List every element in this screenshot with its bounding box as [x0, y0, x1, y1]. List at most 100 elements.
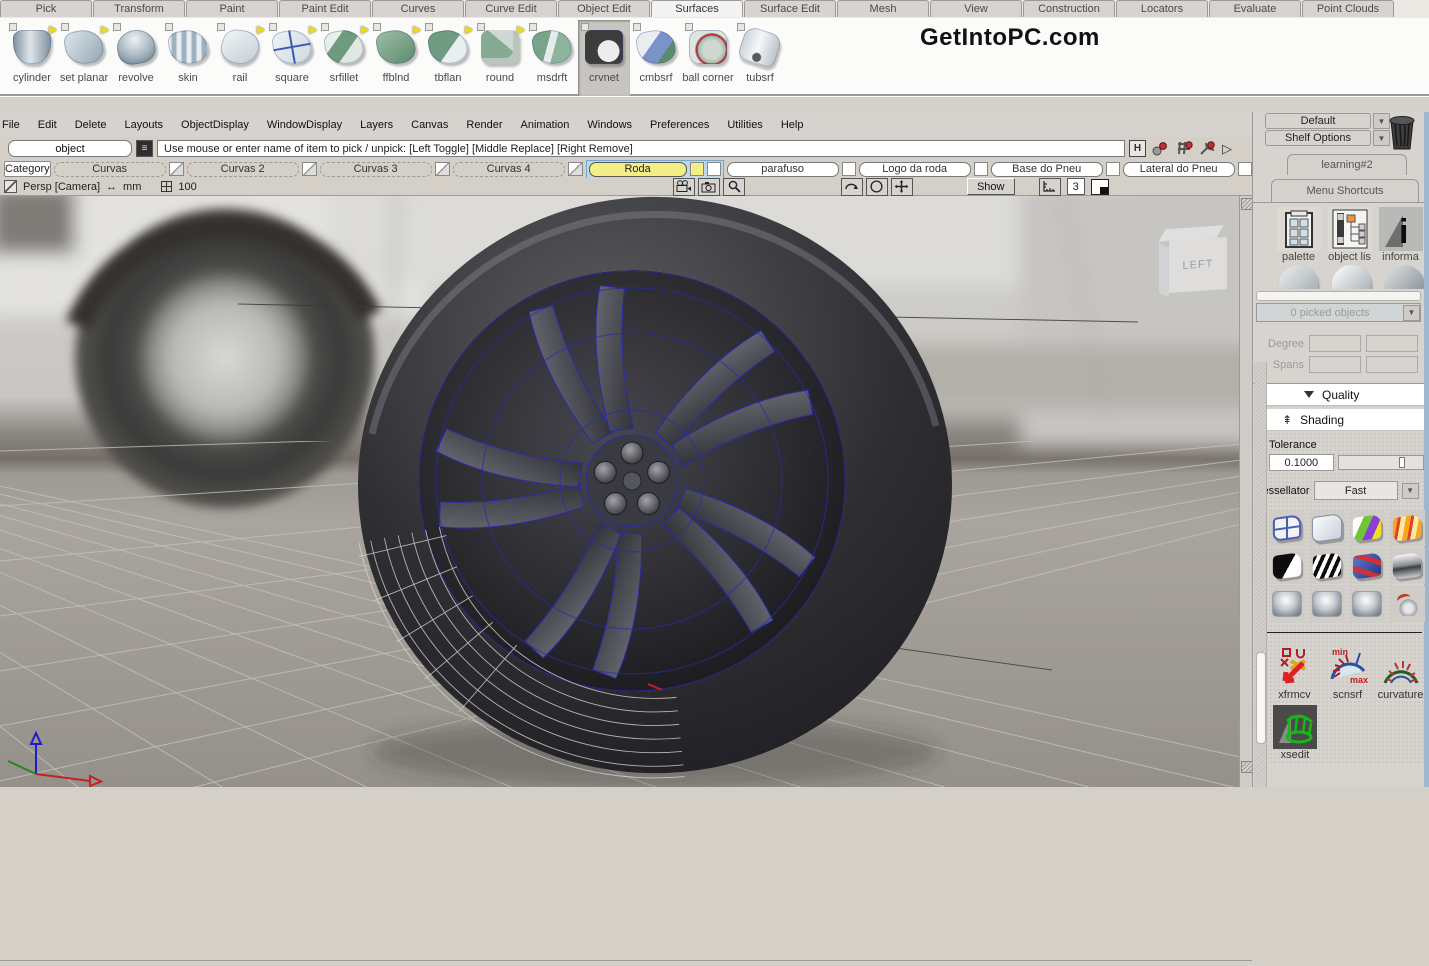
shelf-tool-button[interactable]: skin: [162, 20, 214, 96]
tessellator-dropdown-button[interactable]: ▼: [1402, 483, 1419, 499]
layer-tab[interactable]: Lateral do Pneu: [1123, 162, 1235, 177]
layer-state-icon[interactable]: [1238, 162, 1252, 176]
shelf-tool-button[interactable]: tbflan: [422, 20, 474, 96]
degree-field-u[interactable]: [1309, 335, 1361, 352]
shading-mode-button[interactable]: [1389, 510, 1425, 546]
layer-tab[interactable]: Curvas: [54, 162, 166, 177]
tool-option-box[interactable]: [269, 23, 277, 31]
shelf-tool-button[interactable]: square: [266, 20, 318, 96]
menu-item[interactable]: ObjectDisplay: [172, 119, 258, 131]
module-tab[interactable]: Paint Edit: [279, 0, 371, 17]
layer-tab-active[interactable]: Roda: [589, 162, 687, 177]
layer-state-icon[interactable]: [1106, 162, 1120, 176]
camera-icon[interactable]: [698, 178, 720, 196]
shading-mode-button[interactable]: [1349, 548, 1385, 584]
pick-filter-select[interactable]: object: [8, 140, 132, 157]
shelf-tool-button[interactable]: srfillet: [318, 20, 370, 96]
menu-item[interactable]: Render: [457, 119, 511, 131]
layer-tab[interactable]: Curvas 2: [187, 162, 299, 177]
layer-tab[interactable]: Curvas 3: [320, 162, 432, 177]
xfrmcv-tool[interactable]: xfrmcv: [1271, 645, 1318, 701]
menu-item[interactable]: Delete: [66, 119, 116, 131]
tool-option-box[interactable]: [737, 23, 745, 31]
module-tab[interactable]: Object Edit: [558, 0, 650, 17]
module-tab[interactable]: Paint: [186, 0, 278, 17]
tool-option-box[interactable]: [633, 23, 641, 31]
shading-mode-button[interactable]: [1349, 586, 1385, 622]
tool-option-box[interactable]: [373, 23, 381, 31]
prompt-menu-button[interactable]: ≡: [136, 140, 153, 157]
show-button[interactable]: Show: [967, 178, 1015, 195]
layer-category-button[interactable]: Category: [4, 161, 51, 177]
trash-icon[interactable]: [1388, 115, 1416, 154]
tool-option-box[interactable]: [529, 23, 537, 31]
module-tab[interactable]: Transform: [93, 0, 185, 17]
menu-item[interactable]: Canvas: [402, 119, 457, 131]
layer-state-icon[interactable]: [690, 162, 704, 176]
shading-mode-button[interactable]: [1269, 510, 1305, 546]
shelf-tool-button[interactable]: crvnet: [578, 20, 630, 96]
shelf-tool-button[interactable]: set planar: [58, 20, 110, 96]
menu-item[interactable]: WindowDisplay: [258, 119, 351, 131]
layer-tab[interactable]: Logo da roda: [859, 162, 971, 177]
shelf-tool-button[interactable]: rail: [214, 20, 266, 96]
menu-item[interactable]: Help: [772, 119, 813, 131]
menu-item[interactable]: File: [0, 119, 29, 131]
module-tab[interactable]: Mesh: [837, 0, 929, 17]
window-count-button[interactable]: 3: [1067, 178, 1085, 195]
shading-mode-button[interactable]: [1309, 586, 1345, 622]
layer-state-icon[interactable]: [435, 162, 450, 176]
menu-item[interactable]: Utilities: [718, 119, 771, 131]
layer-tab[interactable]: parafuso: [727, 162, 839, 177]
tool-option-box[interactable]: [425, 23, 433, 31]
dome-icon[interactable]: [866, 178, 888, 196]
layer-tab[interactable]: Curvas 4: [453, 162, 565, 177]
menu-item[interactable]: Preferences: [641, 119, 718, 131]
spans-field-u[interactable]: [1309, 356, 1361, 373]
module-tab[interactable]: Surfaces: [651, 0, 743, 17]
prompt-input[interactable]: Use mouse or enter name of item to pick …: [157, 140, 1125, 157]
layer-state-icon[interactable]: [568, 162, 583, 176]
tolerance-value-field[interactable]: 0.1000: [1269, 454, 1334, 471]
scnsrf-tool[interactable]: minmax scnsrf: [1324, 645, 1371, 701]
shelf-options-select[interactable]: Shelf Options: [1265, 130, 1371, 146]
module-tab[interactable]: Curves: [372, 0, 464, 17]
single-window-icon[interactable]: [1091, 179, 1109, 195]
information-tool[interactable]: i informa: [1377, 207, 1424, 263]
pan-icon[interactable]: [891, 178, 913, 196]
spans-field-v[interactable]: [1366, 356, 1418, 373]
panel-scroll-thumb[interactable]: [1256, 652, 1266, 744]
tool-option-box[interactable]: [9, 23, 17, 31]
menu-item[interactable]: Edit: [29, 119, 66, 131]
shading-mode-button[interactable]: [1389, 548, 1425, 584]
pick-hull-icon[interactable]: [1198, 140, 1218, 158]
picked-objects-dropdown[interactable]: ▼: [1403, 305, 1420, 321]
shading-header[interactable]: ⇞ Shading: [1266, 409, 1424, 431]
shelf-tool-button[interactable]: cylinder: [6, 20, 58, 96]
shelf-tool-button[interactable]: tubsrf: [734, 20, 786, 96]
prompt-expand-arrow[interactable]: ▷: [1222, 141, 1232, 157]
history-button[interactable]: H: [1129, 140, 1146, 157]
pick-component-icon[interactable]: [1174, 140, 1194, 158]
layer-state-icon[interactable]: [302, 162, 317, 176]
shelf-set-select[interactable]: Default: [1265, 113, 1371, 129]
module-tab[interactable]: Surface Edit: [744, 0, 836, 17]
degree-field-v[interactable]: [1366, 335, 1418, 352]
twist-icon[interactable]: [841, 178, 863, 196]
tolerance-slider[interactable]: [1338, 455, 1424, 470]
shelf-tool-button[interactable]: ffblnd: [370, 20, 422, 96]
slider-thumb[interactable]: [1399, 457, 1405, 468]
shading-mode-button[interactable]: [1309, 510, 1345, 546]
tool-option-box[interactable]: [685, 23, 693, 31]
shelf-tool-button[interactable]: cmbsrf: [630, 20, 682, 96]
menu-item[interactable]: Animation: [512, 119, 579, 131]
quality-header[interactable]: Quality: [1266, 384, 1424, 406]
xsedit-tool[interactable]: xsedit: [1271, 705, 1319, 761]
tool-option-box[interactable]: [217, 23, 225, 31]
module-tab[interactable]: View: [930, 0, 1022, 17]
view-cube[interactable]: LEFT: [1168, 236, 1228, 294]
tool-option-box[interactable]: [581, 23, 589, 31]
object-lister-tool[interactable]: object lis: [1326, 207, 1373, 263]
module-tab[interactable]: Pick: [0, 0, 92, 17]
panel-scroll-strip[interactable]: [1254, 362, 1267, 787]
